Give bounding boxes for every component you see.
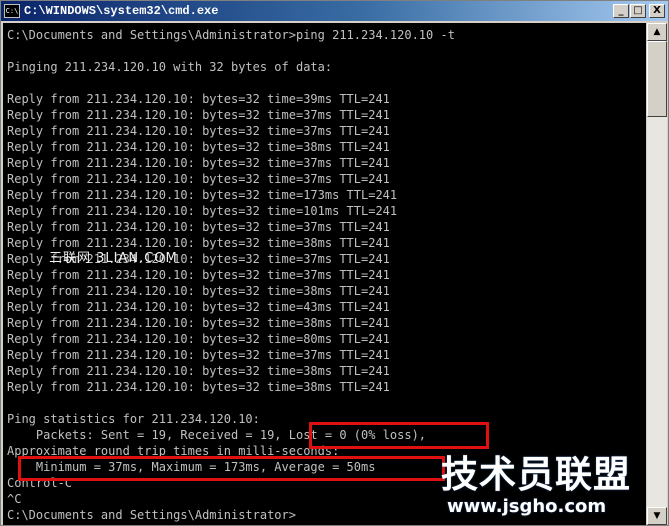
console-line: Pinging 211.234.120.10 with 32 bytes of … [7, 60, 333, 74]
console-line: Reply from 211.234.120.10: bytes=32 time… [7, 348, 390, 362]
console-output[interactable]: C:\Documents and Settings\Administrator>… [3, 23, 646, 525]
watermark-brand: 技术员联盟 [441, 453, 631, 496]
close-button[interactable]: X [649, 4, 665, 18]
watermark-url: www.jsgho.com [447, 496, 607, 517]
console-line: Reply from 211.234.120.10: bytes=32 time… [7, 188, 398, 202]
console-line: Reply from 211.234.120.10: bytes=32 time… [7, 332, 390, 346]
minimize-button[interactable]: _ [613, 4, 629, 18]
console-line: C:\Documents and Settings\Administrator> [7, 508, 296, 522]
window-title: C:\WINDOWS\system32\cmd.exe [24, 4, 219, 18]
console-line: ^C [7, 492, 22, 506]
title-bar[interactable]: C:\ C:\WINDOWS\system32\cmd.exe _ □ X [1, 1, 668, 21]
console-line: Reply from 211.234.120.10: bytes=32 time… [7, 380, 390, 394]
console-line: Reply from 211.234.120.10: bytes=32 time… [7, 108, 390, 122]
console-line: Reply from 211.234.120.10: bytes=32 time… [7, 172, 390, 186]
console-line: Reply from 211.234.120.10: bytes=32 time… [7, 156, 390, 170]
console-line: Reply from 211.234.120.10: bytes=32 time… [7, 268, 390, 282]
cmd-icon[interactable]: C:\ [4, 4, 20, 18]
console-line: Reply from 211.234.120.10: bytes=32 time… [7, 140, 390, 154]
console-line: Reply from 211.234.120.10: bytes=32 time… [7, 124, 390, 138]
console-line: Reply from 211.234.120.10: bytes=32 time… [7, 316, 390, 330]
rtt-highlight-box [18, 456, 445, 481]
scroll-down-button[interactable]: ▼ [647, 507, 667, 525]
scroll-thumb[interactable] [647, 41, 667, 117]
maximize-button[interactable]: □ [630, 4, 646, 18]
watermark-3lian: 三联网 3LIAN.COM [49, 251, 178, 266]
scroll-up-button[interactable]: ▲ [647, 23, 667, 41]
console-line: Reply from 211.234.120.10: bytes=32 time… [7, 284, 390, 298]
console-line: C:\Documents and Settings\Administrator>… [7, 28, 455, 42]
cmd-window: C:\ C:\WINDOWS\system32\cmd.exe _ □ X C:… [0, 0, 669, 526]
console-line: Reply from 211.234.120.10: bytes=32 time… [7, 92, 390, 106]
console-line: Reply from 211.234.120.10: bytes=32 time… [7, 204, 398, 218]
console-line: Reply from 211.234.120.10: bytes=32 time… [7, 220, 390, 234]
vertical-scrollbar[interactable]: ▲ ▼ [647, 23, 667, 525]
console-line: Reply from 211.234.120.10: bytes=32 time… [7, 300, 390, 314]
loss-highlight-box [309, 422, 489, 449]
console-line: Ping statistics for 211.234.120.10: [7, 412, 260, 426]
console-line: Reply from 211.234.120.10: bytes=32 time… [7, 364, 390, 378]
